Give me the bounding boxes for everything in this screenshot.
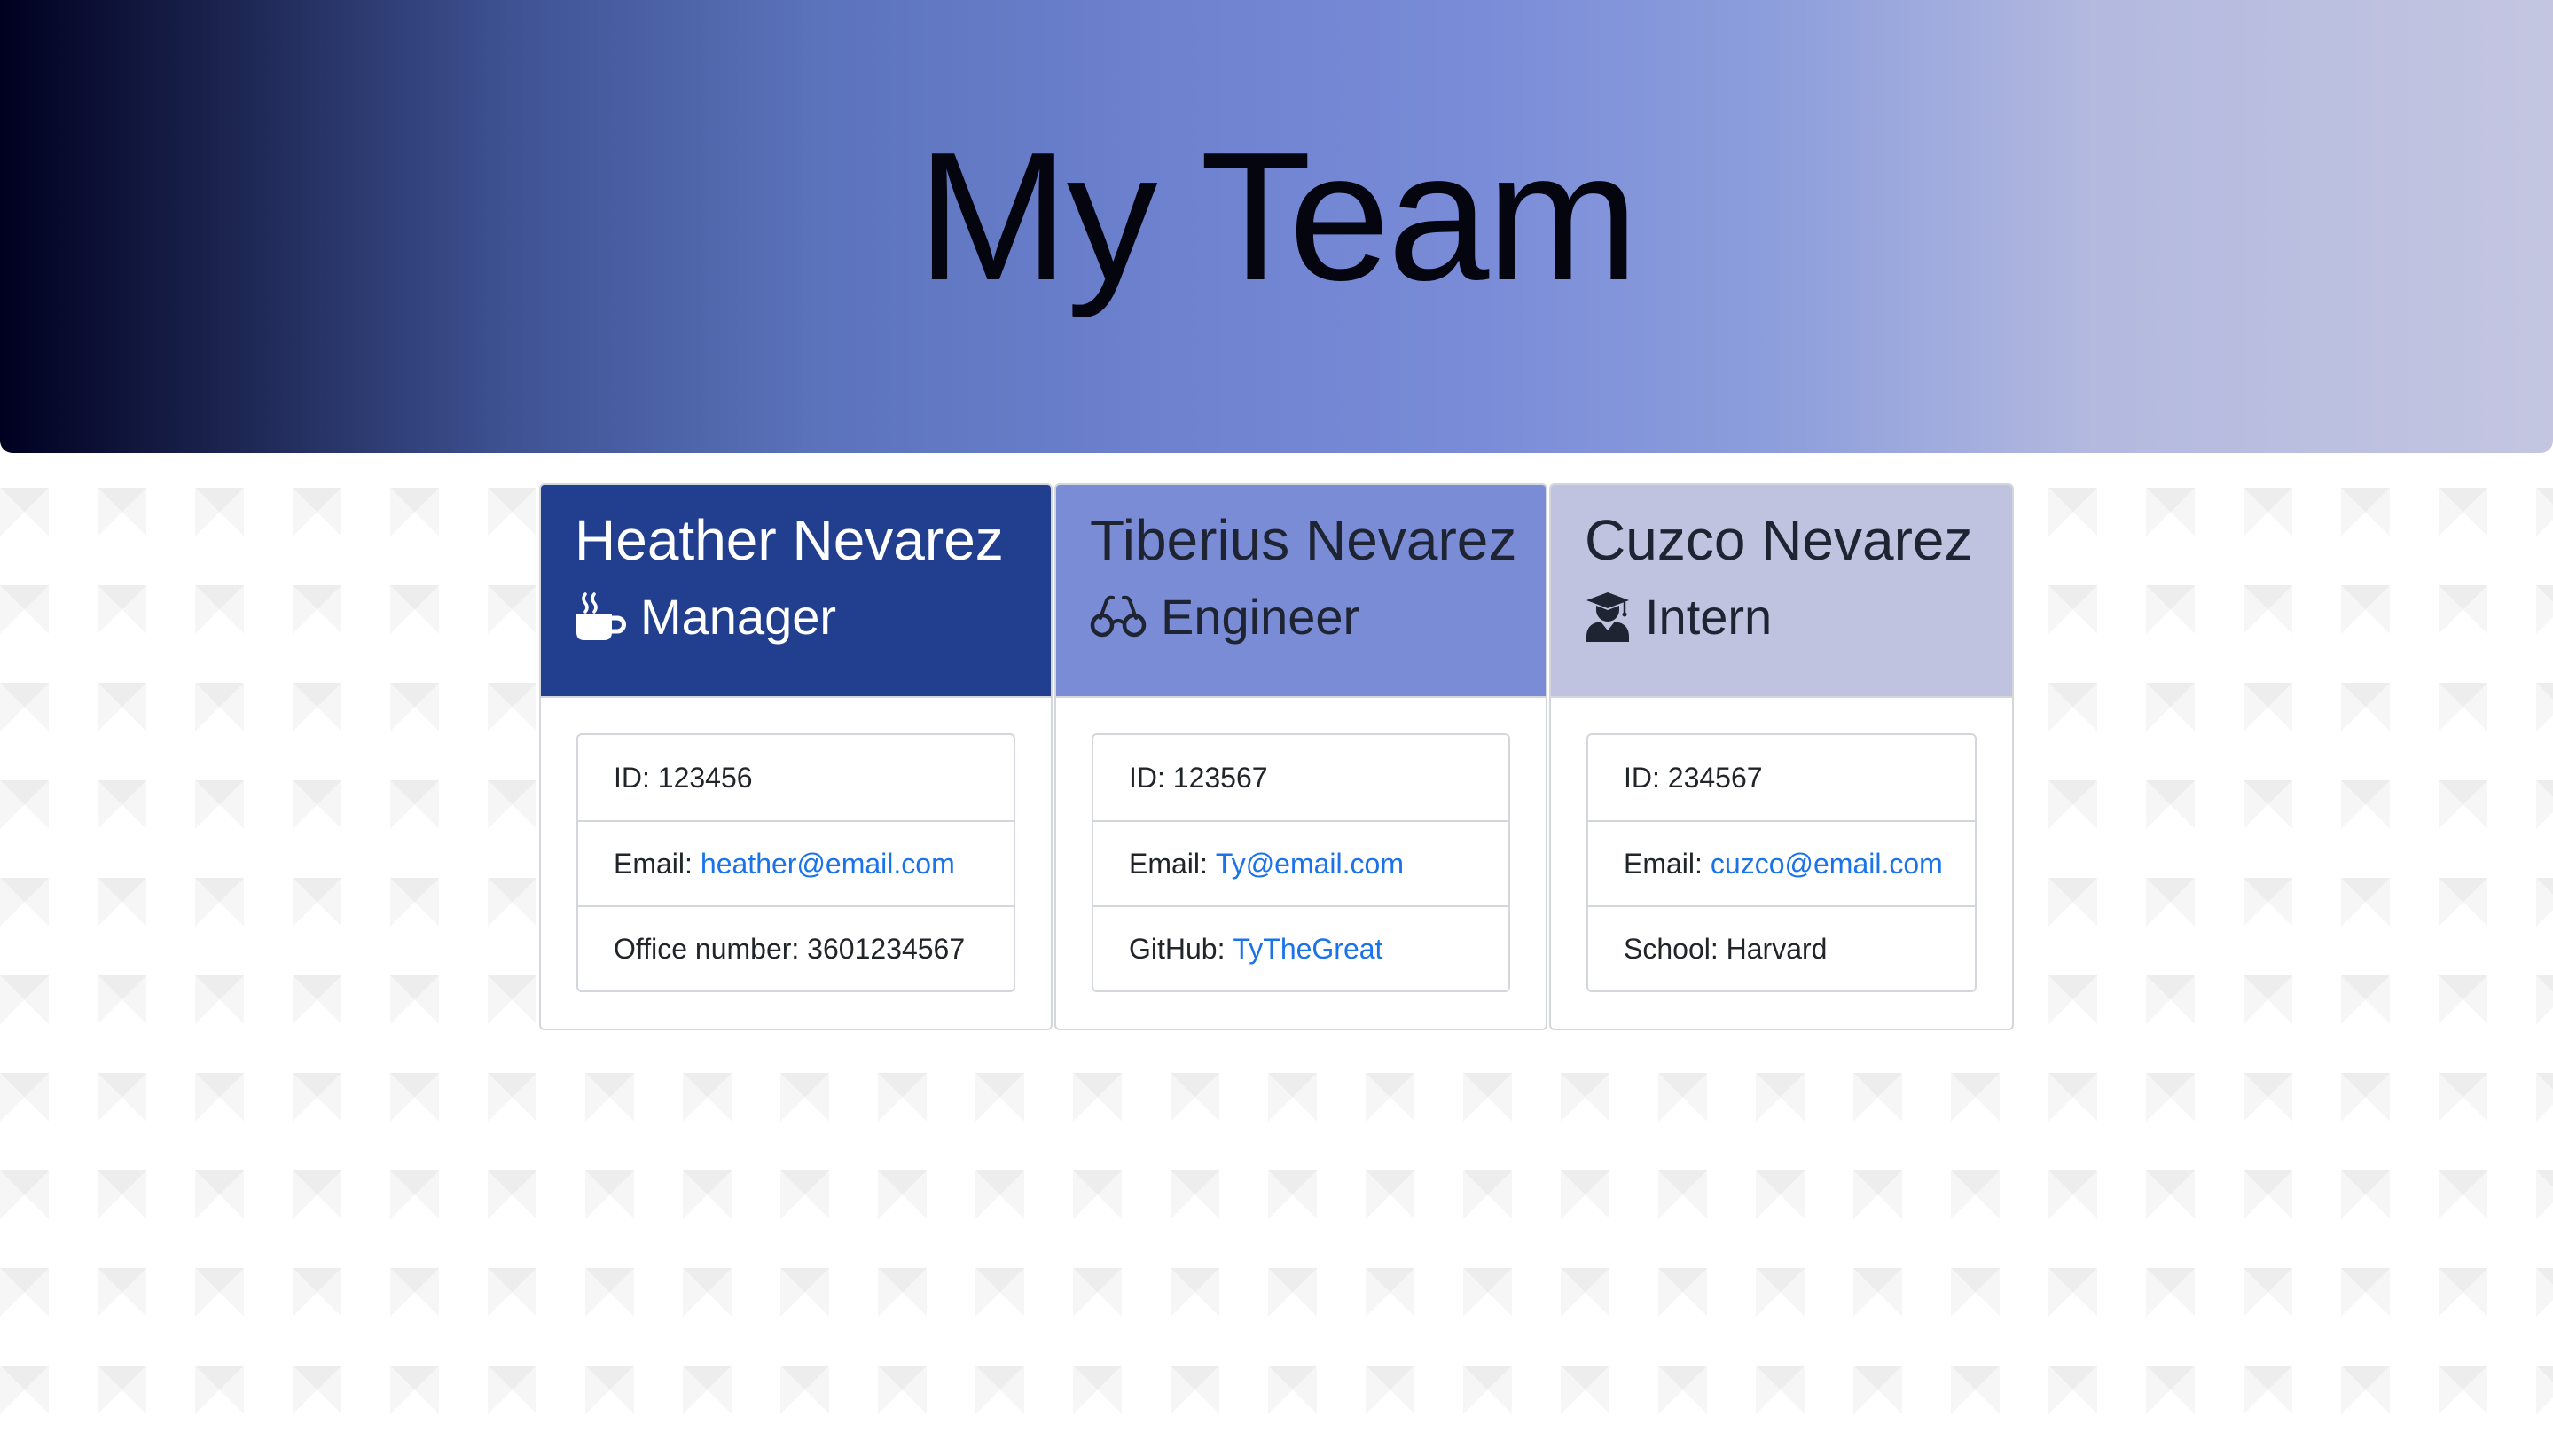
id-value: 123567 [1172, 761, 1268, 794]
office-number-value: 3601234567 [807, 932, 966, 965]
page-title: My Team [917, 114, 1639, 318]
email-label: Email: [614, 847, 693, 880]
id-row: ID: 234567 [1588, 735, 1975, 820]
graduate-icon [1585, 591, 1631, 643]
employee-role: Manager [575, 587, 1017, 646]
id-row: ID: 123567 [1093, 735, 1508, 820]
role-label: Intern [1645, 588, 1773, 645]
glasses-icon [1090, 593, 1147, 639]
employee-name: Cuzco Nevarez [1585, 508, 1973, 572]
github-row: GitHub: TyTheGreat [1093, 905, 1508, 990]
id-value: 234567 [1667, 761, 1763, 794]
email-row: Email: heather@email.com [578, 820, 1014, 905]
card-body: ID: 123456 Email: heather@email.com Offi… [541, 698, 1051, 992]
card-body: ID: 234567 Email: cuzco@email.com School… [1551, 698, 2012, 992]
school-value: Harvard [1726, 932, 1828, 965]
office-number-row: Office number: 3601234567 [578, 905, 1014, 990]
card-header: Tiberius Nevarez Engineer [1056, 485, 1546, 698]
email-link[interactable]: Ty@email.com [1216, 848, 1404, 881]
employee-card-manager: Heather Nevarez Manager ID: 123456 Email… [539, 483, 1053, 1030]
school-label: School: [1624, 932, 1719, 965]
employee-role: Intern [1585, 587, 1978, 646]
email-row: Email: cuzco@email.com [1588, 820, 1975, 905]
employee-name: Heather Nevarez [575, 508, 1004, 572]
employee-card-intern: Cuzco Nevarez Intern ID: 234567 Email: c… [1549, 483, 2014, 1030]
email-link[interactable]: cuzco@email.com [1711, 848, 1943, 881]
role-label: Manager [640, 588, 837, 645]
id-row: ID: 123456 [578, 735, 1014, 820]
details-list: ID: 234567 Email: cuzco@email.com School… [1586, 733, 1977, 992]
employee-name: Tiberius Nevarez [1090, 508, 1517, 572]
email-label: Email: [1624, 847, 1703, 880]
email-link[interactable]: heather@email.com [701, 848, 955, 881]
github-label: GitHub: [1129, 932, 1226, 965]
card-header: Heather Nevarez Manager [541, 485, 1051, 698]
id-label: ID: [614, 761, 650, 794]
details-list: ID: 123567 Email: Ty@email.com GitHub: T… [1092, 733, 1510, 992]
role-label: Engineer [1161, 588, 1360, 645]
card-body: ID: 123567 Email: Ty@email.com GitHub: T… [1056, 698, 1546, 992]
email-label: Email: [1129, 847, 1208, 880]
employee-role: Engineer [1090, 587, 1512, 646]
email-row: Email: Ty@email.com [1093, 820, 1508, 905]
coffee-mug-icon [575, 591, 626, 642]
id-value: 123456 [657, 761, 753, 794]
office-number-label: Office number: [614, 932, 800, 965]
employee-card-engineer: Tiberius Nevarez Engineer ID: 123567 Ema… [1054, 483, 1547, 1030]
card-header: Cuzco Nevarez Intern [1551, 485, 2012, 698]
id-label: ID: [1624, 761, 1660, 794]
id-label: ID: [1129, 761, 1165, 794]
school-row: School: Harvard [1588, 905, 1975, 990]
github-link[interactable]: TyTheGreat [1233, 933, 1382, 966]
team-header-banner: My Team [0, 0, 2553, 453]
details-list: ID: 123456 Email: heather@email.com Offi… [576, 733, 1015, 992]
